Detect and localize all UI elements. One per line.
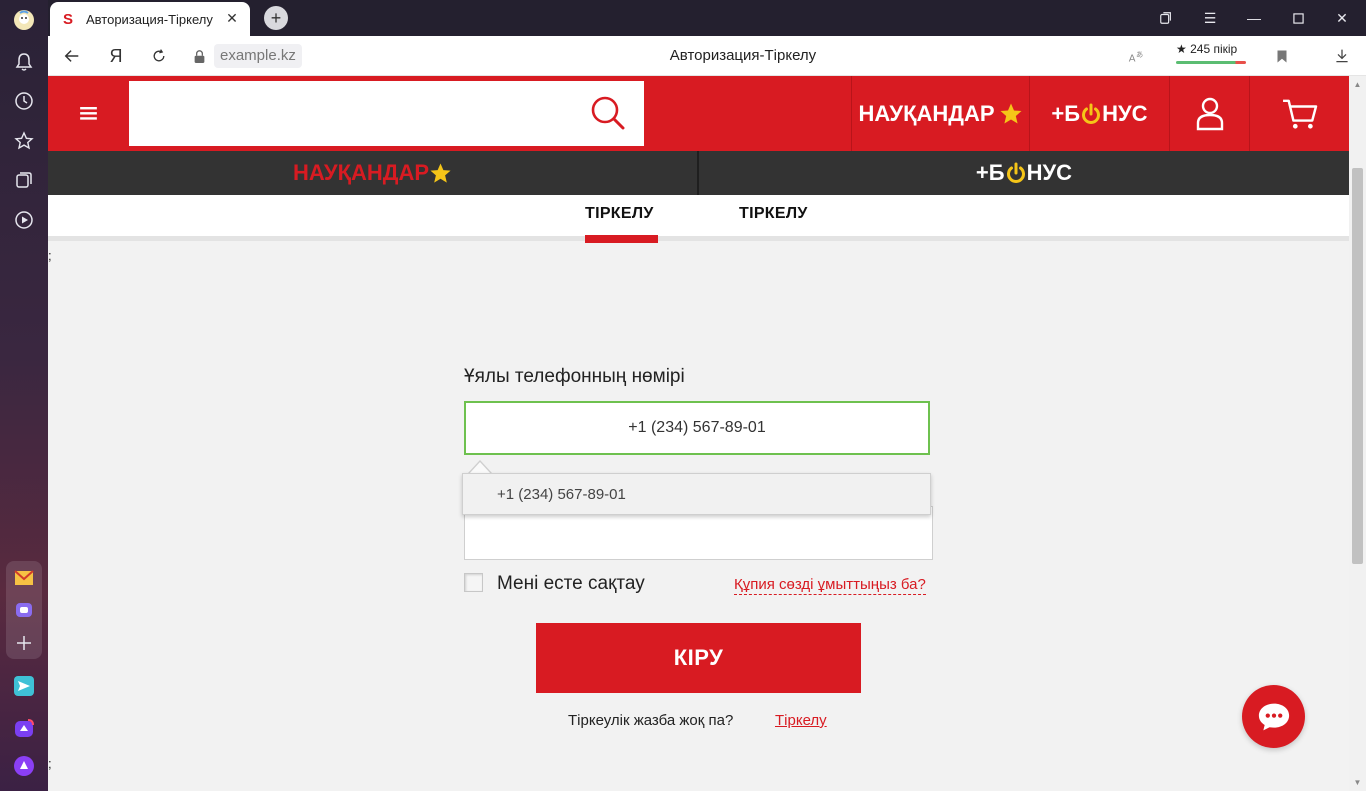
reload-icon[interactable] — [149, 46, 169, 66]
star-icon — [430, 162, 451, 183]
stray-text-top: ; — [48, 248, 52, 263]
scrollbar-thumb[interactable] — [1352, 168, 1363, 564]
collections-icon[interactable] — [12, 168, 36, 192]
download-icon[interactable] — [1332, 46, 1352, 66]
tab-register-active[interactable]: ТІРКЕЛУ — [585, 205, 654, 223]
header-campaigns-label: НАУҚАНДАР — [858, 100, 995, 126]
subnav-campaigns[interactable]: НАУҚАНДАР — [48, 151, 697, 195]
site-favicon-icon: S — [62, 10, 73, 28]
stray-text-bottom: ; — [48, 756, 52, 771]
sub-navigation: НАУҚАНДАР +Б НУС — [48, 151, 1349, 195]
rating-bar — [1176, 61, 1246, 64]
maximize-window-icon[interactable] — [1288, 8, 1308, 28]
user-account-button[interactable] — [1169, 76, 1249, 151]
new-tab-plus-icon[interactable]: + — [264, 6, 288, 30]
menu-burger-icon[interactable] — [48, 76, 128, 151]
bookmark-icon[interactable] — [1272, 46, 1292, 66]
translate-icon[interactable]: Aあ — [1126, 46, 1146, 66]
bonus-logo: +Б НУС — [1051, 101, 1147, 127]
remember-checkbox[interactable] — [464, 573, 483, 592]
back-arrow-icon[interactable] — [62, 46, 82, 66]
no-account-text: Тіркеулік жазба жоқ па? — [568, 712, 734, 729]
site-search-input[interactable] — [129, 81, 644, 146]
menu-hamburger-icon[interactable]: ☰ — [1200, 8, 1220, 28]
site-header: НАУҚАНДАР +Б НУС — [48, 76, 1349, 151]
bonus-label-pre: +Б — [1051, 100, 1081, 126]
autofill-suggestion[interactable]: +1 (234) 567-89-01 — [462, 473, 931, 515]
page-content: НАУҚАНДАР +Б НУС НАУҚАНДАР +Б НУС ТІРКЕЛ… — [48, 76, 1349, 791]
minimize-window-icon[interactable]: — — [1244, 8, 1264, 28]
subnav-bonus[interactable]: +Б НУС — [699, 151, 1349, 195]
search-icon[interactable] — [590, 95, 626, 131]
user-icon — [1196, 97, 1223, 130]
subnav-campaigns-label: НАУҚАНДАР — [292, 160, 430, 185]
active-tab-indicator — [585, 235, 658, 243]
history-clock-icon[interactable] — [12, 89, 36, 113]
close-window-icon[interactable]: ✕ — [1332, 8, 1352, 28]
power-o-icon — [1082, 103, 1101, 124]
forgot-password-link[interactable]: Құпия сөзді ұмыттыңыз ба? — [734, 576, 926, 595]
browser-tab-active[interactable]: S Авторизация-Тіркелу ✕ — [50, 2, 250, 36]
chat-button[interactable] — [1242, 685, 1305, 748]
add-app-plus-icon[interactable] — [12, 631, 36, 655]
send-app-icon[interactable] — [12, 674, 36, 698]
bookmarks-star-icon[interactable] — [12, 129, 36, 153]
alice-shop-icon[interactable] — [12, 716, 36, 740]
page-scrollbar[interactable]: ▲ ▼ — [1349, 76, 1366, 791]
header-bonus-button[interactable]: +Б НУС — [1029, 76, 1169, 151]
profile-avatar-icon[interactable] — [12, 8, 36, 32]
browser-sidebar — [0, 0, 48, 791]
register-link[interactable]: Тіркелу — [775, 712, 827, 729]
mail-icon[interactable] — [12, 566, 36, 590]
header-campaigns-button[interactable]: НАУҚАНДАР — [851, 76, 1029, 151]
subnav-bonus-logo: +Б НУС — [976, 160, 1072, 186]
shopping-cart-icon — [1282, 99, 1317, 129]
power-o-icon — [1006, 162, 1025, 183]
lock-icon[interactable] — [190, 46, 208, 66]
svg-text:あ: あ — [1136, 50, 1143, 59]
auth-tabs: ТІРКЕЛУ ТІРКЕЛУ — [48, 195, 1349, 243]
bonus-label-post: НУС — [1102, 100, 1148, 126]
chat-bubble-icon — [1258, 703, 1289, 730]
video-play-icon[interactable] — [12, 208, 36, 232]
tabs-bottom-line — [48, 236, 1349, 241]
yandex-logo-icon[interactable]: Я — [106, 46, 126, 66]
svg-text:A: A — [1129, 53, 1136, 64]
tab-close-icon[interactable]: ✕ — [224, 10, 240, 26]
url-field[interactable]: example.kz — [214, 44, 302, 68]
login-button[interactable]: КІРУ — [536, 623, 861, 693]
scroll-up-arrow-icon[interactable]: ▲ — [1353, 80, 1362, 89]
star-icon — [1000, 103, 1022, 123]
site-rating[interactable]: ★ 245 пікір — [1176, 42, 1237, 56]
browser-tab-bar: S Авторизация-Тіркелу ✕ + ☰ — ✕ — [48, 0, 1366, 36]
tab-title: Авторизация-Тіркелу — [86, 11, 213, 27]
subnav-bonus-pre: +Б — [975, 160, 1005, 185]
phone-label: Ұялы телефонның нөмірі — [464, 366, 685, 387]
scroll-down-arrow-icon[interactable]: ▼ — [1353, 778, 1362, 787]
messenger-icon[interactable] — [12, 598, 36, 622]
tab-manager-icon[interactable] — [1156, 8, 1176, 28]
alice-assistant-icon[interactable] — [12, 754, 36, 778]
phone-input[interactable] — [464, 401, 930, 455]
address-bar: Я example.kz Авторизация-Тіркелу Aあ ★ 24… — [48, 36, 1366, 76]
tab-register[interactable]: ТІРКЕЛУ — [739, 205, 808, 223]
notifications-bell-icon[interactable] — [12, 50, 36, 74]
subnav-bonus-post: НУС — [1026, 160, 1073, 185]
remember-label[interactable]: Мені есте сақтау — [497, 573, 645, 595]
cart-button[interactable] — [1249, 76, 1349, 151]
